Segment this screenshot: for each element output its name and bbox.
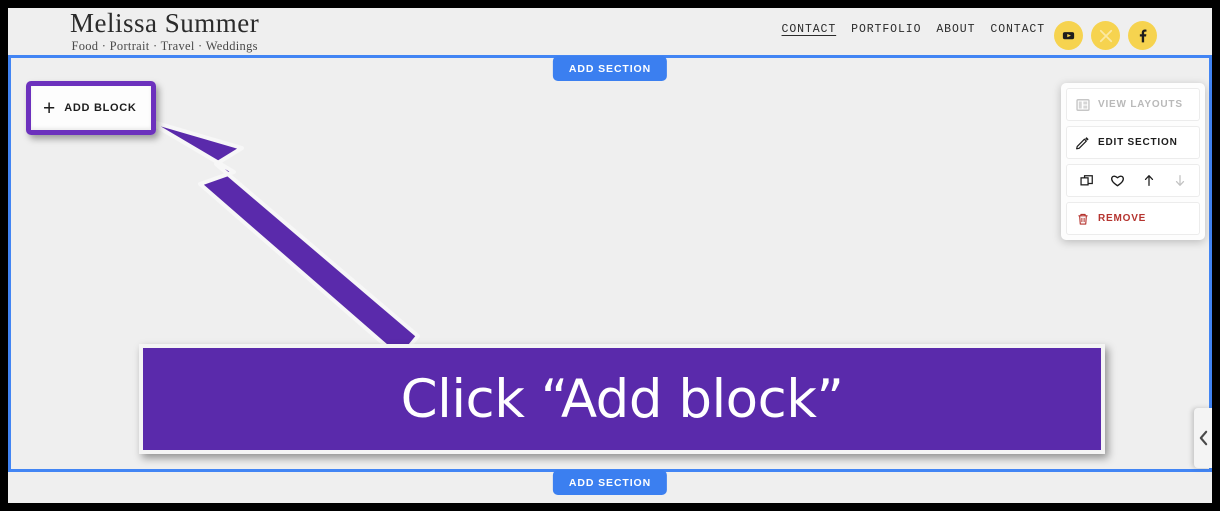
- screenshot-frame: Melissa Summer Food · Portrait · Travel …: [8, 8, 1212, 503]
- add-section-button-top[interactable]: ADD SECTION: [552, 56, 668, 81]
- trash-icon: [1067, 212, 1098, 226]
- nav-item-portfolio[interactable]: PORTFOLIO: [851, 23, 921, 36]
- social-links: [1054, 21, 1157, 50]
- main-navigation: CONTACT PORTFOLIO ABOUT CONTACT: [782, 23, 1045, 36]
- x-icon[interactable]: [1091, 21, 1120, 50]
- remove-label: REMOVE: [1098, 213, 1147, 224]
- add-block-button[interactable]: + ADD BLOCK: [31, 86, 151, 130]
- section-outline-left: [8, 55, 11, 472]
- logo-title: Melissa Summer: [70, 8, 260, 38]
- nav-item-contact-2[interactable]: CONTACT: [990, 23, 1045, 36]
- add-block-highlight: + ADD BLOCK: [26, 81, 156, 135]
- duplicate-icon[interactable]: [1076, 170, 1098, 192]
- facebook-icon[interactable]: [1128, 21, 1157, 50]
- nav-item-contact-1[interactable]: CONTACT: [782, 23, 837, 36]
- move-up-icon[interactable]: [1138, 170, 1160, 192]
- move-down-icon[interactable]: [1169, 170, 1191, 192]
- remove-section-button[interactable]: REMOVE: [1066, 202, 1200, 235]
- add-section-button-bottom[interactable]: ADD SECTION: [552, 470, 668, 495]
- view-layouts-label: VIEW LAYOUTS: [1098, 99, 1183, 110]
- add-block-label: ADD BLOCK: [64, 102, 137, 114]
- youtube-icon[interactable]: [1054, 21, 1083, 50]
- heart-icon[interactable]: [1107, 170, 1129, 192]
- plus-icon: +: [43, 96, 56, 120]
- layout-grid-icon: [1067, 98, 1098, 112]
- callout-text: Click “Add block”: [400, 368, 844, 430]
- panel-collapse-tab[interactable]: [1194, 408, 1212, 468]
- site-header: Melissa Summer Food · Portrait · Travel …: [8, 8, 1212, 56]
- nav-item-about[interactable]: ABOUT: [936, 23, 975, 36]
- chevron-left-icon: [1199, 430, 1207, 446]
- section-action-icons: [1066, 164, 1200, 197]
- site-logo[interactable]: Melissa Summer Food · Portrait · Travel …: [70, 8, 259, 54]
- pencil-icon: [1067, 135, 1098, 150]
- view-layouts-button[interactable]: VIEW LAYOUTS: [1066, 88, 1200, 121]
- logo-tagline: Food · Portrait · Travel · Weddings: [71, 39, 258, 53]
- section-tool-panel: VIEW LAYOUTS EDIT SECTION REMOVE: [1061, 83, 1205, 240]
- edit-section-label: EDIT SECTION: [1098, 137, 1178, 148]
- edit-section-button[interactable]: EDIT SECTION: [1066, 126, 1200, 159]
- instruction-callout: Click “Add block”: [139, 344, 1105, 454]
